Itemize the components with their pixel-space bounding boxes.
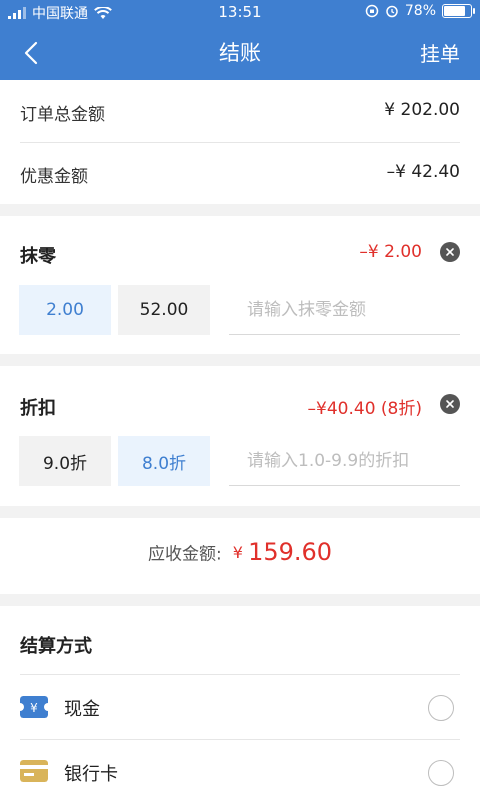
discount-rate-input[interactable]: [229, 436, 460, 486]
rounding-title: 抹零: [20, 246, 56, 267]
orientation-lock-icon: [365, 4, 379, 18]
discount-card: 折扣 –¥40.40 (8折) 9.0折 8.0折: [0, 366, 480, 506]
navbar: 结账 挂单: [0, 24, 480, 80]
status-bar: 中国联通 13:51 78%: [0, 0, 480, 24]
payment-method-title: 结算方式: [20, 636, 92, 657]
battery-icon: [442, 4, 475, 18]
cash-radio[interactable]: [428, 695, 454, 721]
order-total-label: 订单总金额: [20, 105, 105, 125]
payment-option-label: 银行卡: [64, 764, 118, 785]
discount-amount-label: 优惠金额: [20, 167, 88, 187]
payment-option-bank-card[interactable]: 银行卡: [0, 740, 480, 800]
cash-icon: ¥: [20, 696, 48, 718]
battery-percent: 78%: [404, 3, 436, 19]
rounding-amount-input[interactable]: [229, 285, 460, 335]
svg-text:¥: ¥: [30, 701, 38, 715]
rounding-option-chip[interactable]: 52.00: [118, 285, 210, 335]
order-summary-card: 订单总金额 ¥ 202.00 优惠金额 –¥ 42.40: [0, 80, 480, 204]
discount-clear-button[interactable]: [440, 394, 460, 414]
divider: [20, 142, 460, 143]
bank-card-icon: [20, 760, 48, 782]
rounding-value: –¥ 2.00: [359, 242, 422, 262]
receivable-amount: 应收金额: ¥ 159.60: [0, 538, 480, 566]
rounding-clear-button[interactable]: [440, 242, 460, 262]
close-icon: [446, 400, 454, 408]
receivable-label: 应收金额:: [147, 544, 222, 565]
header: 中国联通 13:51 78% 结账 挂单: [0, 0, 480, 80]
rounding-card: 抹零 –¥ 2.00 2.00 52.00: [0, 216, 480, 354]
payment-option-cash[interactable]: ¥ 现金: [0, 675, 480, 739]
rounding-option-chip[interactable]: 2.00: [19, 285, 111, 335]
discount-value: –¥40.40 (8折): [307, 399, 422, 419]
payment-method-card: 结算方式 ¥ 现金 银行卡: [0, 606, 480, 800]
bank-card-radio[interactable]: [428, 760, 454, 786]
page-title: 结账: [219, 41, 261, 65]
alarm-icon: [386, 5, 398, 18]
discount-option-chip[interactable]: 9.0折: [19, 436, 111, 486]
order-total-value: ¥ 202.00: [384, 100, 460, 120]
receivable-value: 159.60: [248, 538, 333, 566]
discount-title: 折扣: [20, 398, 56, 419]
discount-option-chip[interactable]: 8.0折: [118, 436, 210, 486]
discount-amount-value: –¥ 42.40: [386, 162, 460, 182]
hold-order-button[interactable]: 挂单: [420, 38, 460, 67]
receivable-currency: ¥: [232, 542, 243, 562]
payment-option-label: 现金: [64, 699, 100, 720]
close-icon: [446, 248, 454, 256]
